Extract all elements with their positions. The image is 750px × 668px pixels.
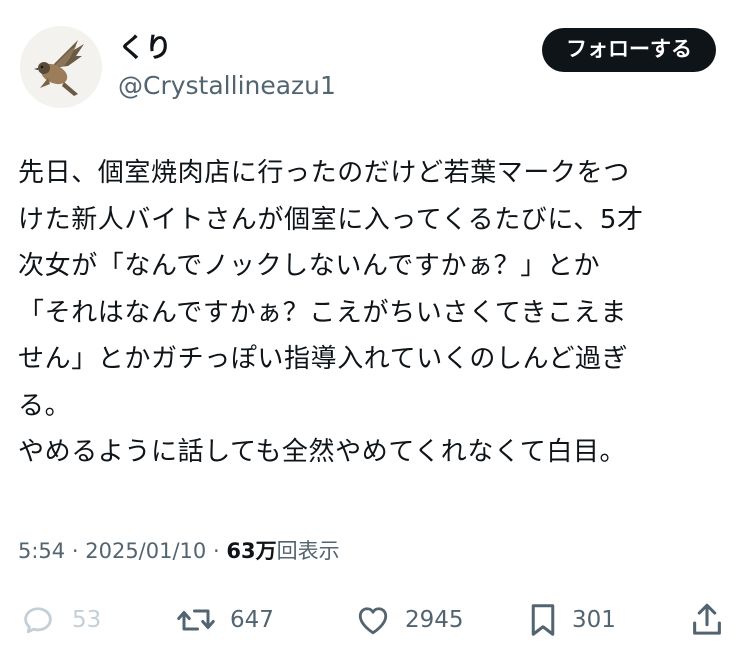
views-count: 63万 (226, 539, 277, 563)
display-name[interactable]: くり (118, 32, 172, 66)
heart-icon (358, 607, 388, 635)
tweet-header: くり @Crystallineazu1 フォローする (20, 26, 720, 110)
tweet-time[interactable]: 5:54 (18, 539, 65, 563)
tweet-card: くり @Crystallineazu1 フォローする 先日、個室焼肉店に行ったの… (0, 0, 750, 668)
retweet-icon (177, 609, 215, 631)
tweet-meta: 5:54 · 2025/01/10 · 63万回表示 (18, 536, 340, 566)
meta-separator: · (71, 539, 79, 563)
tweet-actions: 53 647 2945 301 (0, 596, 750, 644)
tweet-date[interactable]: 2025/01/10 (85, 539, 206, 563)
follow-button[interactable]: フォローする (542, 28, 716, 72)
meta-separator-2: · (212, 539, 220, 563)
avatar[interactable] (20, 26, 102, 108)
bird-avatar-image (20, 26, 102, 108)
bookmark-icon (531, 604, 555, 636)
tweet-text: 先日、個室焼肉店に行ったのだけど若葉マークをつ けた新人バイトさんが個室に入って… (18, 158, 644, 467)
share-button[interactable] (690, 596, 724, 644)
views-label: 回表示 (276, 539, 340, 563)
reply-button[interactable]: 53 (20, 596, 101, 644)
share-icon (693, 603, 721, 635)
like-button[interactable]: 2945 (355, 596, 464, 644)
like-count: 2945 (405, 607, 464, 633)
reply-icon (24, 607, 52, 634)
retweet-button[interactable]: 647 (176, 596, 274, 644)
user-handle[interactable]: @Crystallineazu1 (118, 70, 336, 102)
retweet-count: 647 (230, 607, 274, 633)
bookmark-button[interactable]: 301 (528, 596, 616, 644)
bookmark-count: 301 (572, 607, 616, 633)
reply-count: 53 (72, 607, 102, 633)
